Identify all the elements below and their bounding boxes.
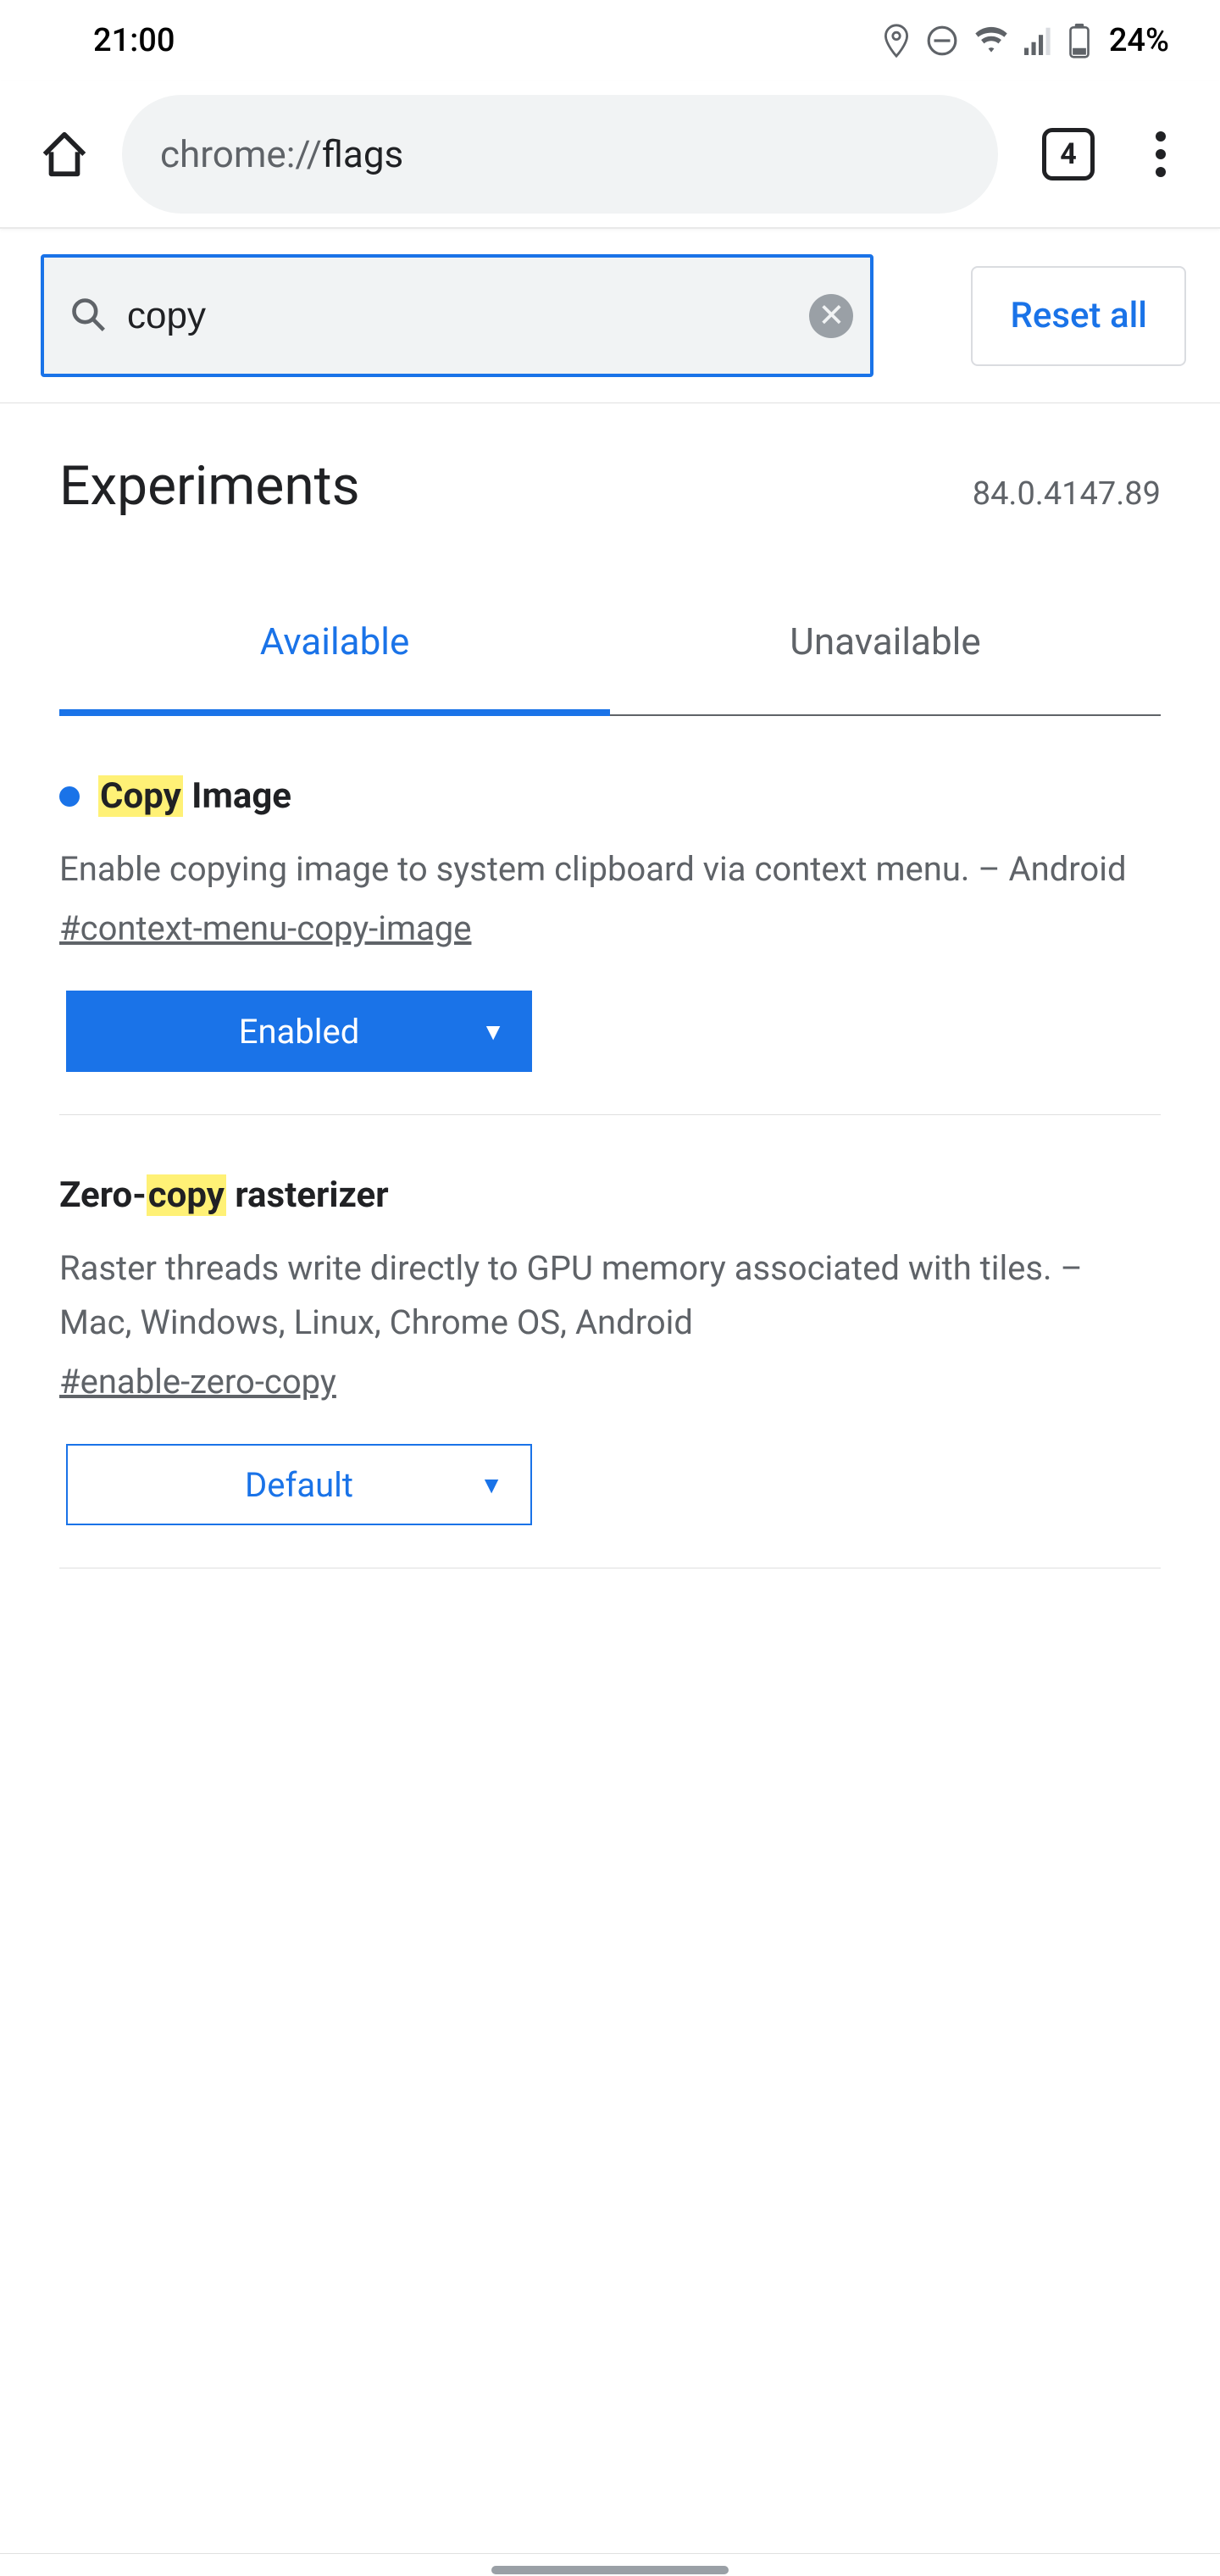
page-header: Experiments 84.0.4147.89 (59, 454, 1161, 518)
flag-state-dropdown[interactable]: Enabled ▼ (66, 991, 532, 1072)
chevron-down-icon: ▼ (481, 1018, 505, 1046)
page-content: Experiments 84.0.4147.89 Available Unava… (0, 403, 1220, 1568)
flag-search-input[interactable] (127, 295, 789, 337)
url-scheme: chrome:// (160, 132, 322, 176)
flag-title: Zero-copy rasterizer (59, 1174, 1161, 1216)
dnd-icon (926, 25, 958, 57)
tab-count: 4 (1060, 137, 1077, 171)
clear-search-button[interactable]: ✕ (809, 294, 853, 338)
flag-description: Raster threads write directly to GPU mem… (59, 1241, 1161, 1350)
flag-state-dropdown[interactable]: Default ▼ (66, 1444, 532, 1525)
location-icon (882, 23, 911, 58)
search-highlight: copy (147, 1174, 226, 1216)
omnibox[interactable]: chrome://flags (122, 95, 998, 214)
browser-bar: chrome://flags 4 (0, 80, 1220, 229)
flag-permalink[interactable]: #context-menu-copy-image (59, 908, 471, 948)
home-button[interactable] (30, 120, 98, 188)
url-path: flags (322, 132, 403, 176)
tab-available[interactable]: Available (59, 619, 610, 714)
page-title: Experiments (59, 454, 360, 518)
reset-all-button[interactable]: Reset all (971, 266, 1186, 366)
tab-unavailable[interactable]: Unavailable (610, 619, 1161, 714)
menu-dots-icon (1156, 131, 1166, 177)
flag-item: Copy Image Enable copying image to syste… (59, 716, 1161, 1115)
wifi-icon (973, 26, 1009, 55)
bottom-divider (0, 2553, 1220, 2554)
flag-search-row: ✕ Reset all (0, 229, 1220, 403)
gesture-nav-handle[interactable] (491, 2566, 729, 2574)
status-icons: 24% (882, 22, 1169, 59)
chevron-down-icon: ▼ (480, 1471, 503, 1499)
tab-switcher[interactable]: 4 (1042, 128, 1095, 180)
status-bar: 21:00 24% (0, 0, 1220, 80)
tabs: Available Unavailable (59, 619, 1161, 716)
battery-pct: 24% (1109, 22, 1169, 59)
flag-item: Zero-copy rasterizer Raster threads writ… (59, 1115, 1161, 1568)
flag-description: Enable copying image to system clipboard… (59, 842, 1161, 897)
modified-indicator-icon (59, 786, 80, 807)
clock: 21:00 (93, 22, 175, 59)
flag-title: Copy Image (59, 775, 1161, 817)
search-icon (69, 296, 107, 336)
battery-icon (1068, 23, 1090, 58)
search-highlight: Copy (98, 775, 183, 817)
flag-search-box[interactable]: ✕ (41, 254, 873, 377)
flag-permalink[interactable]: #enable-zero-copy (59, 1362, 336, 1402)
app-version: 84.0.4147.89 (973, 475, 1161, 513)
close-icon: ✕ (818, 300, 846, 332)
signal-icon (1024, 26, 1053, 55)
overflow-menu-button[interactable] (1127, 120, 1195, 188)
